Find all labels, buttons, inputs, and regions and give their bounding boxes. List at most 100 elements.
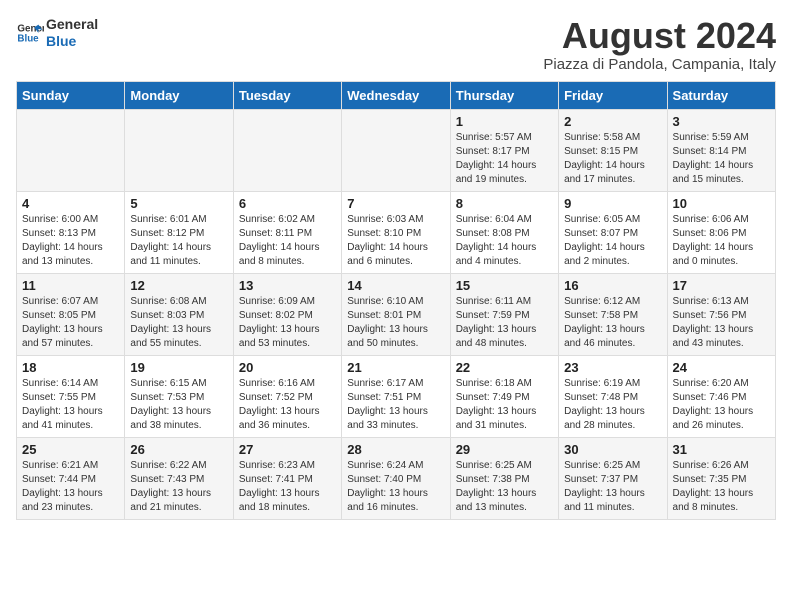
day-info: Sunrise: 6:19 AM Sunset: 7:48 PM Dayligh…	[564, 377, 661, 433]
day-info: Sunrise: 6:24 AM Sunset: 7:40 PM Dayligh…	[347, 459, 444, 515]
calendar-cell: 24 Sunrise: 6:20 AM Sunset: 7:46 PM Dayli…	[667, 355, 775, 437]
calendar-cell: 20 Sunrise: 6:16 AM Sunset: 7:52 PM Dayli…	[233, 355, 341, 437]
location-subtitle: Piazza di Pandola, Campania, Italy	[543, 56, 776, 73]
day-number: 29	[456, 442, 553, 457]
day-info: Sunrise: 6:13 AM Sunset: 7:56 PM Dayligh…	[673, 295, 770, 351]
weekday-header: Saturday	[667, 81, 775, 109]
day-number: 5	[130, 196, 227, 211]
day-info: Sunrise: 6:07 AM Sunset: 8:05 PM Dayligh…	[22, 295, 119, 351]
logo-line1: General	[46, 16, 98, 33]
calendar-cell: 21 Sunrise: 6:17 AM Sunset: 7:51 PM Dayli…	[342, 355, 450, 437]
calendar-cell: 19 Sunrise: 6:15 AM Sunset: 7:53 PM Dayli…	[125, 355, 233, 437]
calendar-cell: 12Sunrise: 6:08 AM Sunset: 8:03 PM Dayli…	[125, 273, 233, 355]
day-info: Sunrise: 6:03 AM Sunset: 8:10 PM Dayligh…	[347, 213, 444, 269]
calendar-cell	[342, 109, 450, 191]
calendar-cell: 3Sunrise: 5:59 AM Sunset: 8:14 PM Daylig…	[667, 109, 775, 191]
day-info: Sunrise: 5:57 AM Sunset: 8:17 PM Dayligh…	[456, 131, 553, 187]
day-number: 10	[673, 196, 770, 211]
day-info: Sunrise: 6:18 AM Sunset: 7:49 PM Dayligh…	[456, 377, 553, 433]
day-number: 23	[564, 360, 661, 375]
day-number: 6	[239, 196, 336, 211]
day-info: Sunrise: 6:04 AM Sunset: 8:08 PM Dayligh…	[456, 213, 553, 269]
calendar-week-row: 1 Sunrise: 5:57 AM Sunset: 8:17 PM Daylig…	[17, 109, 776, 191]
day-number: 4	[22, 196, 119, 211]
calendar-cell: 14Sunrise: 6:10 AM Sunset: 8:01 PM Dayli…	[342, 273, 450, 355]
day-number: 31	[673, 442, 770, 457]
calendar-cell: 8 Sunrise: 6:04 AM Sunset: 8:08 PM Daylig…	[450, 191, 558, 273]
calendar-cell: 28 Sunrise: 6:24 AM Sunset: 7:40 PM Dayli…	[342, 437, 450, 519]
calendar-cell: 25 Sunrise: 6:21 AM Sunset: 7:44 PM Dayli…	[17, 437, 125, 519]
day-info: Sunrise: 6:01 AM Sunset: 8:12 PM Dayligh…	[130, 213, 227, 269]
weekday-header: Monday	[125, 81, 233, 109]
calendar-cell: 29 Sunrise: 6:25 AM Sunset: 7:38 PM Dayli…	[450, 437, 558, 519]
calendar-week-row: 4 Sunrise: 6:00 AM Sunset: 8:13 PM Daylig…	[17, 191, 776, 273]
page-header: General Blue General Blue August 2024 Pi…	[16, 16, 776, 73]
day-info: Sunrise: 6:00 AM Sunset: 8:13 PM Dayligh…	[22, 213, 119, 269]
calendar-cell: 30 Sunrise: 6:25 AM Sunset: 7:37 PM Dayli…	[559, 437, 667, 519]
day-number: 24	[673, 360, 770, 375]
day-info: Sunrise: 6:25 AM Sunset: 7:37 PM Dayligh…	[564, 459, 661, 515]
calendar-cell	[125, 109, 233, 191]
day-number: 16	[564, 278, 661, 293]
calendar-cell: 11Sunrise: 6:07 AM Sunset: 8:05 PM Dayli…	[17, 273, 125, 355]
calendar-cell: 27Sunrise: 6:23 AM Sunset: 7:41 PM Dayli…	[233, 437, 341, 519]
day-number: 19	[130, 360, 227, 375]
day-number: 12	[130, 278, 227, 293]
day-number: 20	[239, 360, 336, 375]
weekday-header: Friday	[559, 81, 667, 109]
weekday-header: Wednesday	[342, 81, 450, 109]
day-number: 7	[347, 196, 444, 211]
day-info: Sunrise: 6:17 AM Sunset: 7:51 PM Dayligh…	[347, 377, 444, 433]
day-info: Sunrise: 6:20 AM Sunset: 7:46 PM Dayligh…	[673, 377, 770, 433]
day-info: Sunrise: 6:11 AM Sunset: 7:59 PM Dayligh…	[456, 295, 553, 351]
day-info: Sunrise: 6:25 AM Sunset: 7:38 PM Dayligh…	[456, 459, 553, 515]
calendar-cell: 1 Sunrise: 5:57 AM Sunset: 8:17 PM Daylig…	[450, 109, 558, 191]
day-number: 25	[22, 442, 119, 457]
day-info: Sunrise: 6:21 AM Sunset: 7:44 PM Dayligh…	[22, 459, 119, 515]
day-number: 1	[456, 114, 553, 129]
calendar-cell: 10 Sunrise: 6:06 AM Sunset: 8:06 PM Dayli…	[667, 191, 775, 273]
calendar-cell: 31 Sunrise: 6:26 AM Sunset: 7:35 PM Dayli…	[667, 437, 775, 519]
calendar-cell: 15 Sunrise: 6:11 AM Sunset: 7:59 PM Dayli…	[450, 273, 558, 355]
weekday-header: Sunday	[17, 81, 125, 109]
weekday-header: Tuesday	[233, 81, 341, 109]
day-info: Sunrise: 6:26 AM Sunset: 7:35 PM Dayligh…	[673, 459, 770, 515]
logo: General Blue General Blue	[16, 16, 98, 50]
calendar-cell: 22 Sunrise: 6:18 AM Sunset: 7:49 PM Dayli…	[450, 355, 558, 437]
calendar-table: SundayMondayTuesdayWednesdayThursdayFrid…	[16, 81, 776, 520]
day-number: 27	[239, 442, 336, 457]
day-info: Sunrise: 6:05 AM Sunset: 8:07 PM Dayligh…	[564, 213, 661, 269]
calendar-cell	[17, 109, 125, 191]
calendar-header-row: SundayMondayTuesdayWednesdayThursdayFrid…	[17, 81, 776, 109]
calendar-cell: 5 Sunrise: 6:01 AM Sunset: 8:12 PM Daylig…	[125, 191, 233, 273]
day-number: 8	[456, 196, 553, 211]
svg-text:Blue: Blue	[17, 33, 39, 44]
day-number: 21	[347, 360, 444, 375]
day-info: Sunrise: 6:02 AM Sunset: 8:11 PM Dayligh…	[239, 213, 336, 269]
day-info: Sunrise: 6:16 AM Sunset: 7:52 PM Dayligh…	[239, 377, 336, 433]
day-number: 28	[347, 442, 444, 457]
calendar-cell: 18Sunrise: 6:14 AM Sunset: 7:55 PM Dayli…	[17, 355, 125, 437]
calendar-week-row: 25 Sunrise: 6:21 AM Sunset: 7:44 PM Dayli…	[17, 437, 776, 519]
day-number: 30	[564, 442, 661, 457]
day-number: 3	[673, 114, 770, 129]
day-number: 2	[564, 114, 661, 129]
day-number: 13	[239, 278, 336, 293]
day-info: Sunrise: 6:10 AM Sunset: 8:01 PM Dayligh…	[347, 295, 444, 351]
day-info: Sunrise: 6:22 AM Sunset: 7:43 PM Dayligh…	[130, 459, 227, 515]
calendar-cell: 6 Sunrise: 6:02 AM Sunset: 8:11 PM Daylig…	[233, 191, 341, 273]
day-number: 15	[456, 278, 553, 293]
calendar-cell: 16Sunrise: 6:12 AM Sunset: 7:58 PM Dayli…	[559, 273, 667, 355]
day-info: Sunrise: 6:15 AM Sunset: 7:53 PM Dayligh…	[130, 377, 227, 433]
calendar-cell: 7 Sunrise: 6:03 AM Sunset: 8:10 PM Daylig…	[342, 191, 450, 273]
calendar-cell: 2 Sunrise: 5:58 AM Sunset: 8:15 PM Daylig…	[559, 109, 667, 191]
day-number: 9	[564, 196, 661, 211]
day-info: Sunrise: 6:06 AM Sunset: 8:06 PM Dayligh…	[673, 213, 770, 269]
day-info: Sunrise: 5:58 AM Sunset: 8:15 PM Dayligh…	[564, 131, 661, 187]
calendar-cell: 4 Sunrise: 6:00 AM Sunset: 8:13 PM Daylig…	[17, 191, 125, 273]
day-info: Sunrise: 6:14 AM Sunset: 7:55 PM Dayligh…	[22, 377, 119, 433]
calendar-week-row: 18Sunrise: 6:14 AM Sunset: 7:55 PM Dayli…	[17, 355, 776, 437]
day-number: 17	[673, 278, 770, 293]
day-number: 22	[456, 360, 553, 375]
title-block: August 2024 Piazza di Pandola, Campania,…	[543, 16, 776, 73]
